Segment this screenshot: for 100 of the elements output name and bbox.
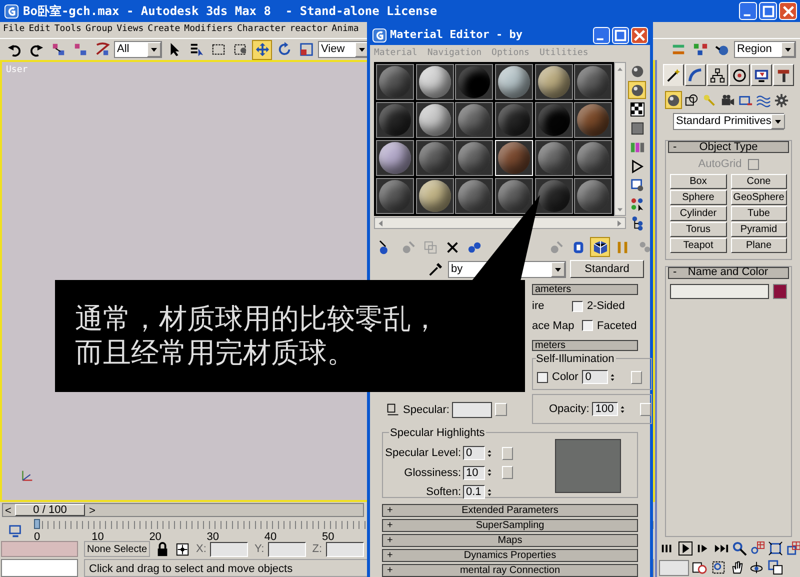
coordinate-field[interactable]	[210, 542, 248, 556]
spinner-field[interactable]: 100	[592, 402, 618, 416]
menu-item[interactable]: Character	[236, 23, 286, 37]
highlight-curve-graph	[555, 439, 621, 493]
time-slider-thumb[interactable]: 0 / 100	[15, 504, 85, 516]
maximize-icon[interactable]	[759, 2, 777, 20]
minimize-icon[interactable]	[739, 2, 757, 20]
checkbox[interactable]	[572, 300, 583, 312]
coordinate-field[interactable]	[268, 542, 306, 556]
zoom-all-icon[interactable]	[749, 540, 766, 557]
checkbox[interactable]	[537, 372, 548, 383]
material-type-button[interactable]: Standard	[570, 260, 644, 278]
zoom-extents-all-icon[interactable]	[785, 540, 800, 557]
vertical-scrollbar[interactable]	[614, 62, 626, 216]
play-icon[interactable]	[677, 540, 694, 557]
primitive-button[interactable]: Plane	[730, 238, 787, 252]
utilities-hammer-icon[interactable]	[773, 64, 794, 86]
specular-color-swatch[interactable]	[452, 402, 492, 418]
rollout-header[interactable]: + Dynamics Properties	[382, 549, 638, 562]
modify-curve-icon[interactable]	[685, 64, 706, 86]
coordinate-field[interactable]	[326, 542, 364, 556]
selection-region-dropdown[interactable]: Region	[734, 41, 796, 58]
spinner-field[interactable]: 0	[463, 446, 485, 460]
caption-text: 而且经常用完材质球。	[75, 336, 356, 370]
horizontal-scrollbar[interactable]	[374, 217, 626, 229]
primitive-button[interactable]: Cone	[730, 174, 787, 188]
primitive-button[interactable]: Cylinder	[670, 206, 726, 220]
menu-item[interactable]: Anima	[332, 23, 359, 37]
menu-item[interactable]: Edit	[28, 23, 50, 37]
options-icon[interactable]	[628, 176, 646, 194]
next-frame-arrow[interactable]: >	[89, 503, 96, 520]
systems-gear-icon[interactable]	[773, 91, 790, 109]
frame-number: 0	[34, 531, 40, 543]
close-icon[interactable]	[779, 2, 797, 20]
close-icon[interactable]	[631, 26, 648, 44]
rollout-toggle-sign: +	[386, 535, 394, 546]
primitive-button[interactable]: Torus	[670, 222, 726, 236]
rollout-toggle-sign: -	[672, 267, 678, 278]
map-button[interactable]	[631, 370, 642, 384]
primitive-button[interactable]: Box	[670, 174, 726, 188]
name-color-rollout-header[interactable]: - Name and Color	[668, 266, 789, 278]
map-button[interactable]	[640, 402, 652, 416]
primitive-button[interactable]: Teapot	[670, 238, 726, 252]
zoom-extents-icon[interactable]	[767, 540, 784, 557]
minimize-icon[interactable]	[593, 26, 610, 44]
rollout-header[interactable]: + mental ray Connection	[382, 564, 638, 577]
object-color-swatch[interactable]	[773, 284, 787, 298]
geometry-sphere-icon[interactable]	[665, 91, 682, 109]
hierarchy-icon[interactable]	[707, 64, 728, 86]
primitives-dropdown[interactable]: Standard Primitives	[673, 113, 784, 130]
object-type-rollout-header[interactable]: - Object Type	[668, 141, 789, 153]
rollout-header[interactable]: + Extended Parameters	[382, 504, 638, 517]
menu-item[interactable]: reactor	[290, 23, 328, 37]
checkbox-label: ire	[532, 299, 546, 314]
time-marker[interactable]	[34, 519, 40, 529]
object-name-field[interactable]	[670, 284, 769, 298]
frame-number: 10	[92, 531, 104, 543]
map-button[interactable]	[502, 466, 513, 480]
primitive-button[interactable]: Sphere	[670, 190, 726, 204]
map-button[interactable]	[502, 446, 513, 460]
rollout-header[interactable]: + Maps	[382, 534, 638, 547]
maximize-toggle-icon[interactable]	[766, 559, 784, 576]
zoom-icon[interactable]	[731, 540, 748, 557]
checkbox[interactable]	[582, 320, 593, 332]
backlight-icon[interactable]	[628, 81, 646, 99]
spinner-field[interactable]: 0.1	[463, 485, 485, 500]
reference-coord-dropdown[interactable]: View	[318, 41, 370, 58]
primitive-button[interactable]: GeoSphere	[730, 190, 787, 204]
blinn-rollout-header[interactable]: meters	[532, 340, 638, 351]
menu-item[interactable]: Views	[116, 23, 144, 37]
menu-item[interactable]: File	[3, 23, 25, 37]
frame-field[interactable]	[659, 560, 689, 576]
selection-filter-dropdown[interactable]: All	[114, 41, 162, 58]
menu-item[interactable]: Create	[148, 23, 180, 37]
primitives-value: Standard Primitives	[676, 114, 772, 129]
map-button[interactable]	[495, 403, 508, 416]
absolute-mode-icon[interactable]	[174, 541, 190, 557]
status-field[interactable]	[1, 541, 78, 557]
spinner-field[interactable]: 0	[582, 370, 608, 384]
menu-item[interactable]: Tools	[54, 23, 82, 37]
checker-background-icon[interactable]	[628, 100, 646, 118]
move-icon[interactable]	[252, 40, 272, 60]
create-wand-icon[interactable]	[663, 64, 684, 86]
shader-rollout-header[interactable]: ameters	[532, 284, 638, 295]
rollout-header[interactable]: + SuperSampling	[382, 519, 638, 532]
menu-item[interactable]: Group	[85, 23, 113, 37]
field-label: Glossiness:	[404, 466, 461, 480]
time-slider-track[interactable]: < 0 / 100 >	[2, 503, 364, 517]
primitive-button[interactable]: Tube	[730, 206, 787, 220]
listener-field[interactable]	[1, 559, 78, 577]
motion-icon[interactable]	[729, 64, 750, 86]
spinner-field[interactable]: 10	[463, 466, 485, 480]
display-monitor-icon[interactable]	[751, 64, 772, 86]
menu-item[interactable]: Modifiers	[184, 23, 233, 37]
previous-frame-arrow[interactable]: <	[5, 503, 12, 520]
app-logo-icon	[3, 3, 19, 19]
maximize-icon[interactable]	[612, 26, 629, 44]
primitive-button[interactable]: Pyramid	[730, 222, 787, 236]
rollout-title: Name and Color	[688, 267, 769, 278]
show-map-icon[interactable]	[590, 237, 610, 257]
